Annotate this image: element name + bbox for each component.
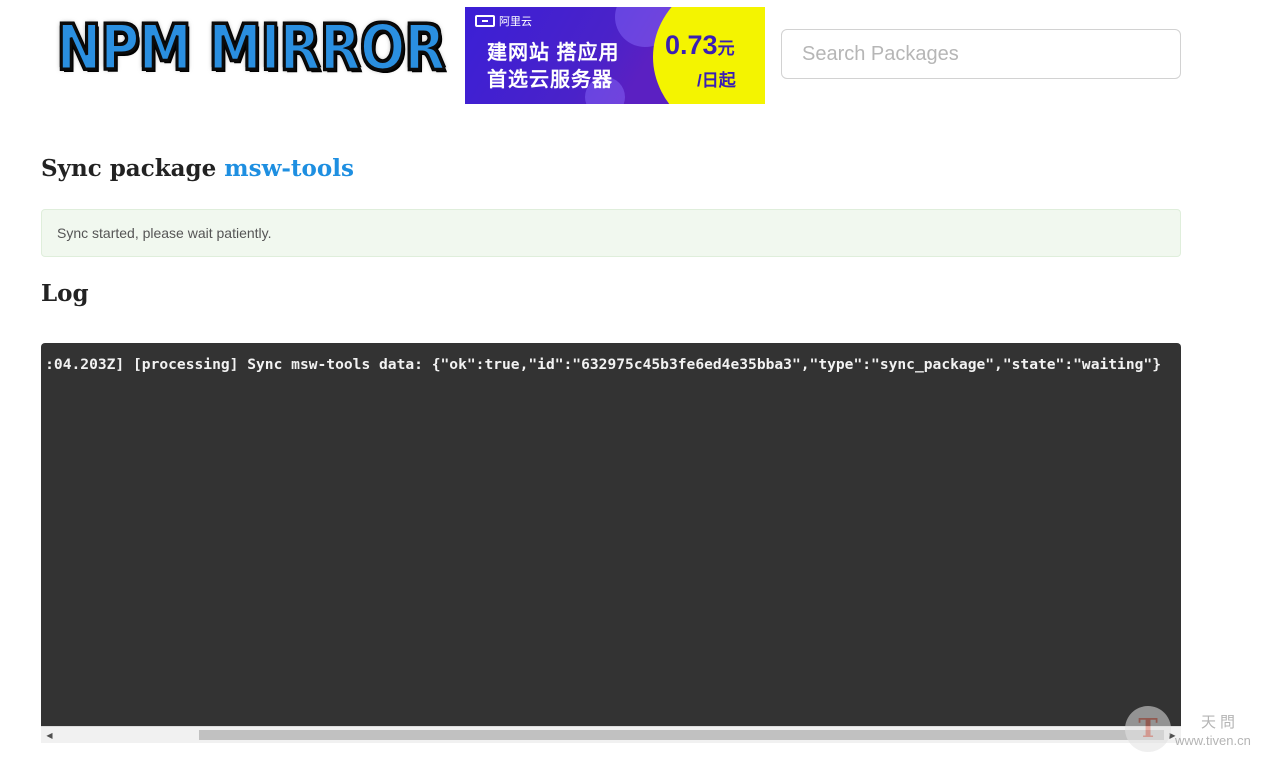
ad-price-unit: 元 (717, 39, 735, 58)
page-title-prefix: Sync package (41, 155, 217, 182)
ad-headline: 建网站 搭应用 (487, 42, 620, 64)
page-title: Sync package msw-tools (41, 155, 354, 182)
watermark-url: www.tiven.cn (1175, 733, 1251, 748)
scroll-left-arrow-icon[interactable]: ◀ (41, 727, 58, 743)
npm-mirror-logo[interactable]: NPM MIRROR (48, 10, 453, 86)
ad-price-period: /日起 (697, 71, 736, 90)
watermark-logo-icon: T (1125, 706, 1171, 752)
watermark-logo-letter: T (1138, 714, 1158, 744)
logo-text: NPM MIRROR (55, 11, 447, 84)
log-heading: Log (41, 280, 89, 307)
ad-subheadline: 首选云服务器 (487, 69, 613, 91)
package-name-link[interactable]: msw-tools (224, 155, 354, 182)
ad-brand: 阿里云 (475, 13, 532, 29)
horizontal-scrollbar[interactable]: ◀ ▶ (41, 726, 1181, 743)
search-input[interactable] (781, 29, 1181, 79)
aliyun-ad-banner[interactable]: 阿里云 建网站 搭应用 首选云服务器 0.73元 /日起 (465, 7, 765, 104)
watermark: T 天問 www.tiven.cn (1125, 706, 1275, 752)
log-output[interactable]: :04.203Z] [processing] Sync msw-tools da… (41, 343, 1181, 743)
ad-price: 0.73元 (665, 30, 735, 61)
log-line: :04.203Z] [processing] Sync msw-tools da… (45, 356, 1161, 373)
ad-brand-label: 阿里云 (499, 16, 532, 28)
sync-status-notice: Sync started, please wait patiently. (41, 209, 1181, 257)
aliyun-icon (475, 15, 495, 27)
sync-status-text: Sync started, please wait patiently. (57, 225, 272, 241)
ad-price-value: 0.73 (665, 30, 718, 60)
scrollbar-thumb[interactable] (199, 730, 1164, 740)
watermark-name: 天問 (1201, 713, 1240, 731)
